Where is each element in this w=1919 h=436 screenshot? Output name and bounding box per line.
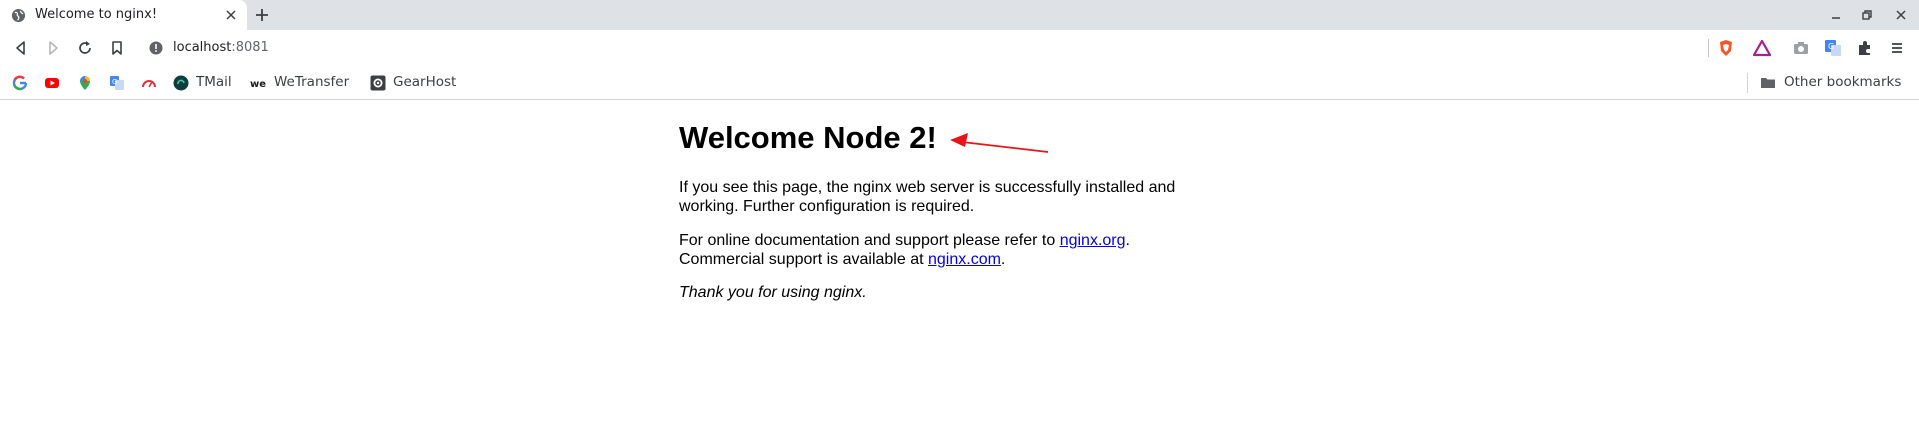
close-window-icon[interactable] (1894, 8, 1908, 22)
bookmarks-divider (1747, 73, 1748, 93)
youtube-icon[interactable] (44, 75, 60, 91)
new-tab-icon[interactable] (253, 6, 271, 24)
translate-icon[interactable]: G (109, 75, 125, 91)
brave-shields-icon[interactable] (1716, 38, 1736, 58)
globe-icon (11, 8, 26, 23)
svg-text:G: G (112, 78, 117, 86)
bookmark-icon[interactable] (108, 39, 126, 57)
speedtest-icon[interactable] (141, 75, 157, 91)
doc-text: For online documentation and support ple… (679, 232, 1060, 249)
doc-period: . (1125, 232, 1130, 249)
minimize-icon[interactable] (1829, 8, 1843, 22)
nginx-org-link[interactable]: nginx.org (1060, 232, 1126, 249)
support-period: . (1000, 250, 1006, 268)
back-icon[interactable] (12, 39, 30, 57)
gearhost-icon[interactable] (370, 75, 386, 91)
thank-you-text: Thank you for using nginx. (679, 284, 867, 301)
bookmark-tmail[interactable]: TMail (196, 74, 232, 90)
page-heading: Welcome Node 2! (679, 120, 937, 155)
other-bookmarks[interactable]: Other bookmarks (1784, 74, 1901, 90)
folder-icon (1761, 78, 1775, 88)
url-port: :8081 (231, 40, 269, 55)
translate-extension-icon[interactable]: G (1823, 38, 1843, 58)
reload-icon[interactable] (76, 39, 94, 57)
bookmark-gearhost[interactable]: GearHost (393, 74, 456, 90)
restore-icon[interactable] (1860, 8, 1874, 22)
annotation-arrow-icon (950, 133, 1049, 153)
url-text[interactable]: localhost:8081 (173, 40, 269, 55)
brave-rewards-icon[interactable] (1752, 38, 1772, 58)
url-host: localhost (173, 40, 232, 55)
navigation-toolbar: localhost:8081 1 G (0, 30, 1919, 79)
maps-icon[interactable] (77, 75, 93, 91)
tab-active[interactable]: Welcome to nginx! (0, 0, 247, 30)
site-info-icon[interactable] (149, 41, 163, 55)
documentation-paragraph: For online documentation and support ple… (679, 232, 1219, 269)
tab-strip: Welcome to nginx! (0, 0, 1919, 30)
bookmarks-bar: G TMail we WeTransfer GearHost Other boo… (0, 66, 1919, 100)
bookmark-wetransfer[interactable]: WeTransfer (274, 74, 349, 90)
address-bar-divider (1708, 39, 1709, 57)
wetransfer-icon[interactable]: we (250, 75, 266, 91)
camera-icon[interactable] (1791, 38, 1811, 58)
svg-text:we: we (250, 79, 266, 90)
google-icon[interactable] (12, 75, 28, 91)
web-page: Welcome Node 2! If you see this page, th… (0, 101, 1919, 436)
tab-title: Welcome to nginx! (35, 7, 158, 22)
forward-icon[interactable] (44, 39, 62, 57)
address-bar[interactable]: localhost:8081 (140, 34, 1710, 62)
svg-text:G: G (1828, 42, 1834, 51)
intro-paragraph: If you see this page, the nginx web serv… (679, 179, 1176, 215)
nginx-com-link[interactable]: nginx.com (928, 251, 1001, 268)
menu-icon[interactable] (1887, 38, 1907, 58)
tmail-icon[interactable] (173, 75, 189, 91)
close-tab-icon[interactable] (224, 8, 238, 22)
support-text: Commercial support is available at (679, 250, 928, 268)
extensions-icon[interactable] (1855, 38, 1875, 58)
